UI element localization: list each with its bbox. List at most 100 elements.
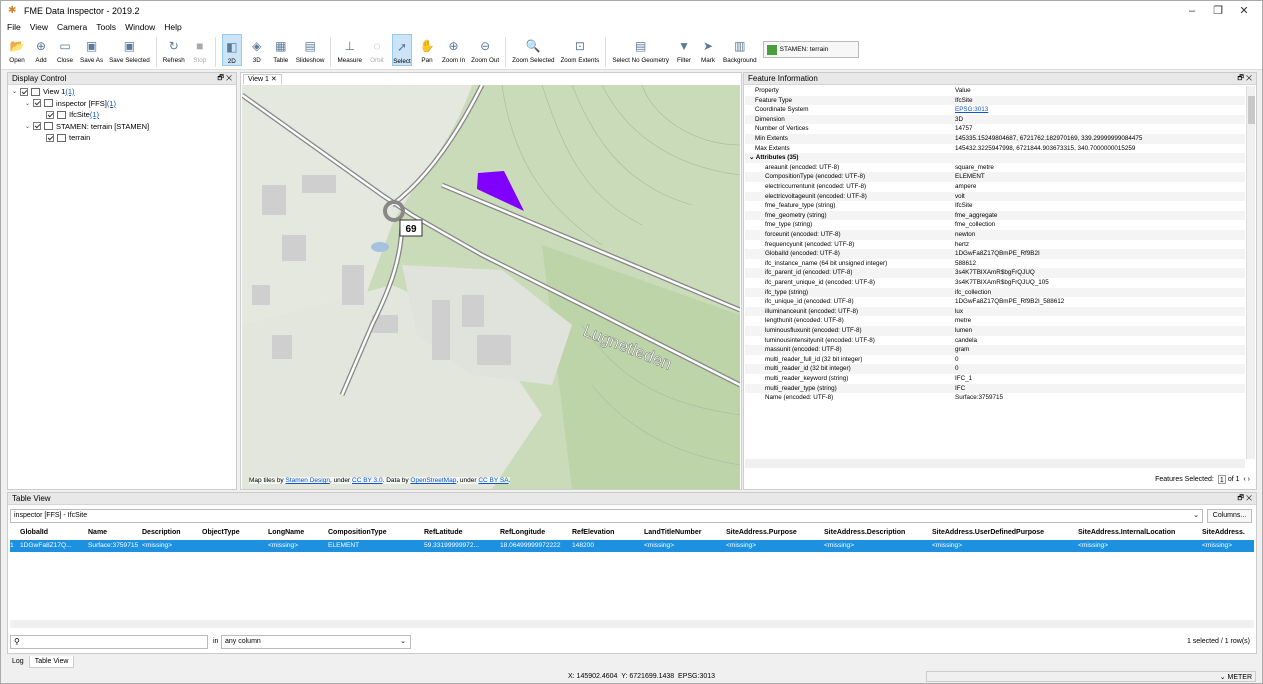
close-button[interactable]: ▭ Close: [56, 34, 74, 65]
column-header[interactable]: RefLongitude: [500, 527, 568, 539]
panel-close-icon[interactable]: 🗗 ✕: [1237, 73, 1252, 85]
toolbar-label: Background: [723, 57, 757, 64]
column-header[interactable]: Description: [142, 527, 198, 539]
columns-button[interactable]: Columns...: [1207, 509, 1252, 523]
column-header[interactable]: RefLatitude: [424, 527, 496, 539]
column-header[interactable]: ObjectType: [202, 527, 264, 539]
stop-button[interactable]: ■ Stop: [191, 34, 209, 65]
checkbox[interactable]: [20, 87, 28, 96]
page-spinner[interactable]: 1: [1217, 474, 1226, 484]
background-button[interactable]: ▥ Background: [723, 34, 757, 65]
tab-view-1[interactable]: View 1 ✕: [243, 74, 282, 84]
table-button[interactable]: ▦ Table: [272, 34, 290, 65]
toolbar-label: Select No Geometry: [612, 57, 670, 64]
menu-help[interactable]: Help: [164, 21, 181, 34]
table-view-title: Table View: [12, 494, 51, 503]
tree-node-ifcsite[interactable]: IfcSite (1): [38, 109, 99, 120]
feature-info-header-row: Property Value: [745, 86, 1245, 96]
main-toolbar: 📂 Open ⊕ Add ▭ Close ▣ Save As ▣ Save Selected ↻ Re…: [1, 34, 1262, 70]
save-selected-button[interactable]: ▣ Save Selected: [109, 34, 150, 65]
menu-view[interactable]: View: [30, 21, 48, 34]
zoom-extents-button[interactable]: ⊡ Zoom Extents: [560, 34, 599, 65]
panel-close-icon[interactable]: 🗗 ✕: [1237, 493, 1252, 505]
column-header[interactable]: SiteAddress.Purpose: [726, 527, 820, 539]
toolbar-label: Zoom In: [441, 57, 466, 64]
column-header[interactable]: RefElevation: [572, 527, 640, 539]
zoom-out-button[interactable]: ⊖ Zoom Out: [471, 34, 499, 65]
tab-table-view[interactable]: Table View: [28, 656, 75, 668]
menu-camera[interactable]: Camera: [57, 21, 87, 34]
feature-count-link[interactable]: (1): [65, 87, 74, 96]
refresh-button[interactable]: ↻ Refresh: [163, 34, 185, 65]
toolbar-label: Measure: [337, 57, 362, 64]
horizontal-scrollbar[interactable]: [745, 459, 1245, 468]
column-header[interactable]: LongName: [268, 527, 324, 539]
cc-by-link[interactable]: CC BY 3.0: [352, 477, 383, 484]
add-button[interactable]: ⊕ Add: [32, 34, 50, 65]
horizontal-scrollbar[interactable]: [10, 620, 1254, 628]
mark-button[interactable]: ➤ Mark: [699, 34, 717, 65]
checkbox[interactable]: [46, 133, 54, 142]
feature-info-row: illuminanceunit (encoded: UTF-8) lux: [745, 306, 1245, 317]
layer-icon: [44, 122, 53, 130]
select-button[interactable]: ➚ Select: [391, 34, 412, 66]
save-as-button[interactable]: ▣ Save As: [80, 34, 103, 65]
search-input[interactable]: ⚲: [10, 635, 208, 649]
select-no-geometry-button[interactable]: ▤ Select No Geometry: [612, 34, 670, 65]
open-button[interactable]: 📂 Open: [8, 34, 26, 65]
checkbox[interactable]: [46, 110, 54, 119]
checkbox[interactable]: [33, 122, 41, 130]
property-cell: electricvoltageunit (encoded: UTF-8): [765, 192, 867, 200]
vertical-scrollbar[interactable]: [1246, 86, 1255, 459]
pan-button[interactable]: ✋ Pan: [418, 34, 436, 65]
checkbox[interactable]: [33, 99, 41, 107]
stamen-link[interactable]: Stamen Design: [286, 477, 330, 484]
column-header[interactable]: Name: [88, 527, 138, 539]
3d-button[interactable]: ◈ 3D: [248, 34, 266, 65]
column-select[interactable]: any column ⌄: [221, 635, 411, 649]
minimize-button[interactable]: –: [1180, 1, 1204, 21]
maximize-button[interactable]: ❐: [1206, 1, 1230, 21]
column-header[interactable]: SiteAddress.: [1202, 527, 1250, 539]
measure-button[interactable]: ⊥ Measure: [337, 34, 362, 65]
column-header[interactable]: GlobalId: [20, 527, 84, 539]
cc-by-sa-link[interactable]: CC BY SA: [478, 477, 508, 484]
menu-tools[interactable]: Tools: [96, 21, 116, 34]
chevron-down-icon[interactable]: ⌄: [25, 123, 33, 130]
osm-link[interactable]: OpenStreetMap: [410, 477, 456, 484]
feature-info-row: massunit (encoded: UTF-8) gram: [745, 345, 1245, 355]
zoom-selected-button[interactable]: 🔍 Zoom Selected: [512, 34, 554, 65]
units-select[interactable]: ⌄ METER: [926, 671, 1256, 682]
tree-node-stamen-terrain-stamen-[interactable]: ⌄ STAMEN: terrain [STAMEN]: [25, 121, 149, 132]
chevron-down-icon[interactable]: ⌄: [25, 100, 33, 107]
column-header[interactable]: SiteAddress.InternalLocation: [1078, 527, 1198, 539]
dataset-select[interactable]: inspector [FFS] - IfcSite ⌄: [10, 509, 1203, 523]
background-select[interactable]: STAMEN: terrain: [762, 41, 859, 58]
feature-count-link[interactable]: (1): [107, 99, 116, 108]
tree-node-terrain[interactable]: terrain: [38, 132, 90, 143]
tab-log[interactable]: Log: [7, 656, 29, 668]
feature-info-row: multi_reader_keyword (string) IFC_1: [745, 374, 1245, 384]
menu-window[interactable]: Window: [125, 21, 155, 34]
coordinate-readout: X: 145902.4604 Y: 6721699.1438 EPSG:3013: [568, 673, 716, 680]
chevron-down-icon[interactable]: ⌄: [12, 88, 20, 95]
column-header[interactable]: CompositionType: [328, 527, 420, 539]
2d-button[interactable]: ◧ 2D: [221, 34, 242, 66]
panel-close-icon[interactable]: 🗗 ✕: [217, 73, 232, 85]
orbit-button[interactable]: ◌ Orbit: [368, 34, 386, 65]
tree-node-view-1[interactable]: ⌄ View 1 (1): [12, 86, 75, 97]
map-canvas[interactable]: 69 Lugnetleden Map tiles by Stamen Desig…: [242, 85, 740, 489]
menu-file[interactable]: File: [7, 21, 21, 34]
filter-button[interactable]: ▼ Filter: [675, 34, 693, 65]
value-cell[interactable]: EPSG:3013: [955, 105, 1245, 115]
close-window-button[interactable]: ✕: [1232, 1, 1256, 21]
feature-info-row: frequencyunit (encoded: UTF-8) hertz: [745, 240, 1245, 250]
slideshow-button[interactable]: ▤ Slideshow: [296, 34, 325, 65]
column-header[interactable]: LandTitleNumber: [644, 527, 722, 539]
column-header[interactable]: SiteAddress.UserDefinedPurpose: [932, 527, 1074, 539]
column-header[interactable]: SiteAddress.Description: [824, 527, 928, 539]
tree-node-inspector-ffs-[interactable]: ⌄ inspector [FFS] (1): [25, 98, 116, 109]
table-cell: Surface:3759715: [88, 542, 138, 549]
zoom-in-button[interactable]: ⊕ Zoom In: [441, 34, 466, 65]
feature-count-link[interactable]: (1): [90, 110, 99, 119]
